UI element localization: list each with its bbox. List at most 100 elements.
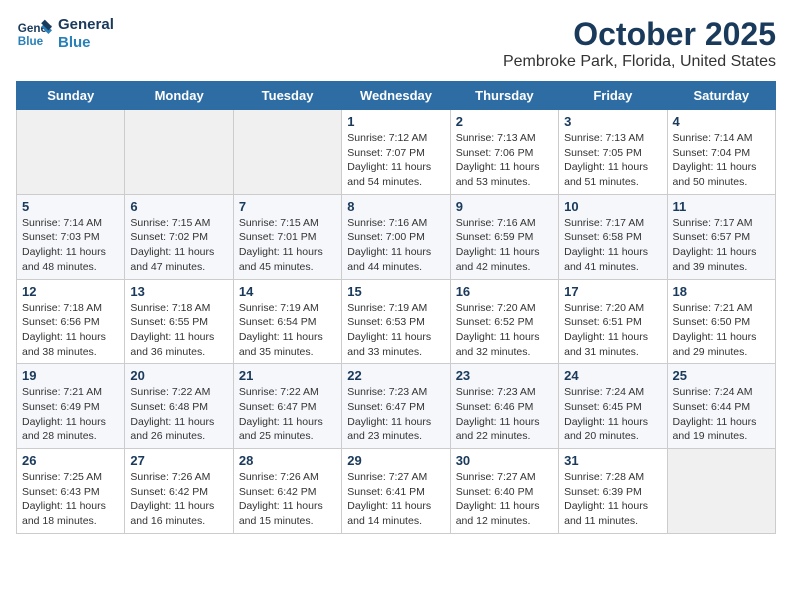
calendar-cell: 15 Sunrise: 7:19 AMSunset: 6:53 PMDayligh… <box>342 279 450 364</box>
cell-info: Sunrise: 7:16 AMSunset: 7:00 PMDaylight:… <box>347 216 444 275</box>
logo-icon: General Blue <box>16 16 52 52</box>
day-number: 5 <box>22 199 119 214</box>
day-number: 20 <box>130 368 227 383</box>
cell-info: Sunrise: 7:16 AMSunset: 6:59 PMDaylight:… <box>456 216 553 275</box>
cell-info: Sunrise: 7:18 AMSunset: 6:55 PMDaylight:… <box>130 301 227 360</box>
cell-info: Sunrise: 7:26 AMSunset: 6:42 PMDaylight:… <box>130 470 227 529</box>
day-header-friday: Friday <box>559 82 667 110</box>
day-number: 21 <box>239 368 336 383</box>
cell-info: Sunrise: 7:21 AMSunset: 6:50 PMDaylight:… <box>673 301 770 360</box>
logo: General Blue General Blue <box>16 16 114 52</box>
day-number: 30 <box>456 453 553 468</box>
calendar-cell: 23 Sunrise: 7:23 AMSunset: 6:46 PMDayligh… <box>450 364 558 449</box>
calendar-cell: 29Sunrise: 7:27 AMSunset: 6:41 PMDayligh… <box>342 449 450 534</box>
svg-text:Blue: Blue <box>18 35 44 48</box>
day-number: 19 <box>22 368 119 383</box>
calendar-cell: 20Sunrise: 7:22 AMSunset: 6:48 PMDayligh… <box>125 364 233 449</box>
cell-info: Sunrise: 7:19 AMSunset: 6:53 PMDaylight:… <box>347 301 444 360</box>
day-number: 13 <box>130 284 227 299</box>
day-number: 23 <box>456 368 553 383</box>
day-header-saturday: Saturday <box>667 82 775 110</box>
day-header-monday: Monday <box>125 82 233 110</box>
calendar-cell: 12Sunrise: 7:18 AMSunset: 6:56 PMDayligh… <box>17 279 125 364</box>
day-header-tuesday: Tuesday <box>233 82 341 110</box>
day-number: 28 <box>239 453 336 468</box>
day-number: 10 <box>564 199 661 214</box>
calendar-cell: 19 Sunrise: 7:21 AMSunset: 6:49 PMDayligh… <box>17 364 125 449</box>
cell-info: Sunrise: 7:24 AMSunset: 6:45 PMDaylight:… <box>564 385 661 444</box>
cell-info: Sunrise: 7:15 AMSunset: 7:01 PMDaylight:… <box>239 216 336 275</box>
cell-info: Sunrise: 7:20 AMSunset: 6:51 PMDaylight:… <box>564 301 661 360</box>
cell-info: Sunrise: 7:28 AMSunset: 6:39 PMDaylight:… <box>564 470 661 529</box>
calendar-week-row: 1 Sunrise: 7:12 AMSunset: 7:07 PMDaylight… <box>17 110 776 195</box>
cell-info: Sunrise: 7:14 AMSunset: 7:03 PMDaylight:… <box>22 216 119 275</box>
cell-info: Sunrise: 7:17 AMSunset: 6:57 PMDaylight:… <box>673 216 770 275</box>
calendar-cell: 5 Sunrise: 7:14 AMSunset: 7:03 PMDaylight… <box>17 194 125 279</box>
day-header-wednesday: Wednesday <box>342 82 450 110</box>
day-number: 3 <box>564 114 661 129</box>
calendar-cell <box>667 449 775 534</box>
title-block: October 2025 Pembroke Park, Florida, Uni… <box>503 16 776 71</box>
cell-info: Sunrise: 7:24 AMSunset: 6:44 PMDaylight:… <box>673 385 770 444</box>
page-header: General Blue General Blue October 2025 P… <box>16 16 776 71</box>
calendar-cell: 21 Sunrise: 7:22 AMSunset: 6:47 PMDayligh… <box>233 364 341 449</box>
calendar-cell: 26 Sunrise: 7:25 AMSunset: 6:43 PMDayligh… <box>17 449 125 534</box>
calendar-cell: 24 Sunrise: 7:24 AMSunset: 6:45 PMDayligh… <box>559 364 667 449</box>
cell-info: Sunrise: 7:13 AMSunset: 7:05 PMDaylight:… <box>564 131 661 190</box>
day-number: 8 <box>347 199 444 214</box>
logo-text-general: General <box>58 16 114 34</box>
cell-info: Sunrise: 7:25 AMSunset: 6:43 PMDaylight:… <box>22 470 119 529</box>
day-number: 15 <box>347 284 444 299</box>
cell-info: Sunrise: 7:13 AMSunset: 7:06 PMDaylight:… <box>456 131 553 190</box>
calendar-cell: 17Sunrise: 7:20 AMSunset: 6:51 PMDayligh… <box>559 279 667 364</box>
cell-info: Sunrise: 7:15 AMSunset: 7:02 PMDaylight:… <box>130 216 227 275</box>
day-number: 6 <box>130 199 227 214</box>
calendar-table: SundayMondayTuesdayWednesdayThursdayFrid… <box>16 81 776 534</box>
day-number: 14 <box>239 284 336 299</box>
day-headers-row: SundayMondayTuesdayWednesdayThursdayFrid… <box>17 82 776 110</box>
cell-info: Sunrise: 7:20 AMSunset: 6:52 PMDaylight:… <box>456 301 553 360</box>
location-title: Pembroke Park, Florida, United States <box>503 53 776 71</box>
calendar-cell: 16 Sunrise: 7:20 AMSunset: 6:52 PMDayligh… <box>450 279 558 364</box>
day-number: 4 <box>673 114 770 129</box>
day-number: 16 <box>456 284 553 299</box>
calendar-cell: 10 Sunrise: 7:17 AMSunset: 6:58 PMDayligh… <box>559 194 667 279</box>
month-title: October 2025 <box>503 16 776 53</box>
day-number: 26 <box>22 453 119 468</box>
calendar-cell: 28 Sunrise: 7:26 AMSunset: 6:42 PMDayligh… <box>233 449 341 534</box>
day-number: 31 <box>564 453 661 468</box>
calendar-cell <box>17 110 125 195</box>
cell-info: Sunrise: 7:14 AMSunset: 7:04 PMDaylight:… <box>673 131 770 190</box>
calendar-cell: 13 Sunrise: 7:18 AMSunset: 6:55 PMDayligh… <box>125 279 233 364</box>
calendar-cell: 14 Sunrise: 7:19 AMSunset: 6:54 PMDayligh… <box>233 279 341 364</box>
cell-info: Sunrise: 7:17 AMSunset: 6:58 PMDaylight:… <box>564 216 661 275</box>
cell-info: Sunrise: 7:23 AMSunset: 6:46 PMDaylight:… <box>456 385 553 444</box>
day-number: 12 <box>22 284 119 299</box>
day-number: 18 <box>673 284 770 299</box>
calendar-cell: 9Sunrise: 7:16 AMSunset: 6:59 PMDaylight… <box>450 194 558 279</box>
calendar-cell: 11 Sunrise: 7:17 AMSunset: 6:57 PMDayligh… <box>667 194 775 279</box>
day-header-sunday: Sunday <box>17 82 125 110</box>
calendar-cell: 31 Sunrise: 7:28 AMSunset: 6:39 PMDayligh… <box>559 449 667 534</box>
day-number: 7 <box>239 199 336 214</box>
calendar-cell: 22Sunrise: 7:23 AMSunset: 6:47 PMDayligh… <box>342 364 450 449</box>
day-header-thursday: Thursday <box>450 82 558 110</box>
calendar-cell: 3 Sunrise: 7:13 AMSunset: 7:05 PMDaylight… <box>559 110 667 195</box>
cell-info: Sunrise: 7:19 AMSunset: 6:54 PMDaylight:… <box>239 301 336 360</box>
calendar-cell: 2 Sunrise: 7:13 AMSunset: 7:06 PMDaylight… <box>450 110 558 195</box>
day-number: 11 <box>673 199 770 214</box>
calendar-week-row: 5 Sunrise: 7:14 AMSunset: 7:03 PMDaylight… <box>17 194 776 279</box>
cell-info: Sunrise: 7:26 AMSunset: 6:42 PMDaylight:… <box>239 470 336 529</box>
day-number: 25 <box>673 368 770 383</box>
calendar-cell: 8 Sunrise: 7:16 AMSunset: 7:00 PMDaylight… <box>342 194 450 279</box>
calendar-week-row: 12Sunrise: 7:18 AMSunset: 6:56 PMDayligh… <box>17 279 776 364</box>
day-number: 2 <box>456 114 553 129</box>
calendar-cell <box>125 110 233 195</box>
cell-info: Sunrise: 7:22 AMSunset: 6:47 PMDaylight:… <box>239 385 336 444</box>
cell-info: Sunrise: 7:27 AMSunset: 6:41 PMDaylight:… <box>347 470 444 529</box>
cell-info: Sunrise: 7:21 AMSunset: 6:49 PMDaylight:… <box>22 385 119 444</box>
day-number: 24 <box>564 368 661 383</box>
day-number: 1 <box>347 114 444 129</box>
cell-info: Sunrise: 7:12 AMSunset: 7:07 PMDaylight:… <box>347 131 444 190</box>
day-number: 27 <box>130 453 227 468</box>
